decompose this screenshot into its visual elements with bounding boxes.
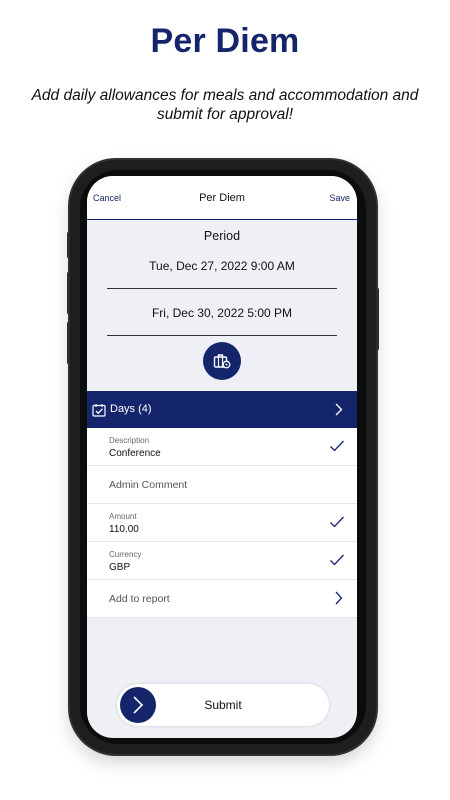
nav-bar: Cancel Per Diem Save: [87, 176, 357, 220]
field-value: GBP: [109, 562, 131, 573]
app-screen: Cancel Per Diem Save Period Tue, Dec 27,…: [87, 176, 357, 738]
field-label: Description: [109, 436, 150, 445]
checkmark-icon: [330, 516, 344, 528]
end-date-field[interactable]: Fri, Dec 30, 2022 5:00 PM: [87, 306, 357, 320]
add-to-report-row[interactable]: Add to report: [87, 580, 357, 618]
field-label: Amount: [109, 512, 137, 521]
promo-subline: Add daily allowances for meals and accom…: [31, 87, 419, 123]
briefcase-gear-icon: [213, 354, 231, 369]
nav-title: Per Diem: [199, 192, 245, 204]
start-date-field[interactable]: Tue, Dec 27, 2022 9:00 AM: [87, 259, 357, 273]
promo-headline: Per Diem: [150, 22, 300, 60]
days-label: Days (4): [110, 403, 152, 415]
field-label: Currency: [109, 550, 142, 559]
chevron-right-icon: [335, 403, 343, 416]
submit-slider[interactable]: Submit: [117, 684, 329, 726]
description-field[interactable]: Description Conference: [87, 428, 357, 466]
checkmark-icon: [330, 440, 344, 452]
calendar-check-icon: [92, 404, 106, 417]
days-row[interactable]: Days (4): [87, 391, 357, 428]
field-label: Add to report: [109, 593, 170, 605]
currency-field[interactable]: Currency GBP: [87, 542, 357, 580]
divider: [107, 335, 337, 336]
field-label: Admin Comment: [109, 479, 188, 491]
field-list: Description Conference Admin Comment Amo…: [87, 428, 357, 618]
chevron-right-icon: [335, 591, 343, 605]
field-value: Conference: [109, 448, 161, 459]
submit-label: Submit: [204, 698, 242, 712]
checkmark-icon: [330, 554, 344, 566]
period-label: Period: [203, 229, 241, 243]
admin-comment-field[interactable]: Admin Comment: [87, 466, 357, 504]
briefcase-settings-button[interactable]: [203, 342, 241, 380]
field-value: 110.00: [109, 524, 139, 535]
divider: [107, 288, 337, 289]
amount-field[interactable]: Amount 110.00: [87, 504, 357, 542]
save-button[interactable]: Save: [329, 193, 350, 203]
